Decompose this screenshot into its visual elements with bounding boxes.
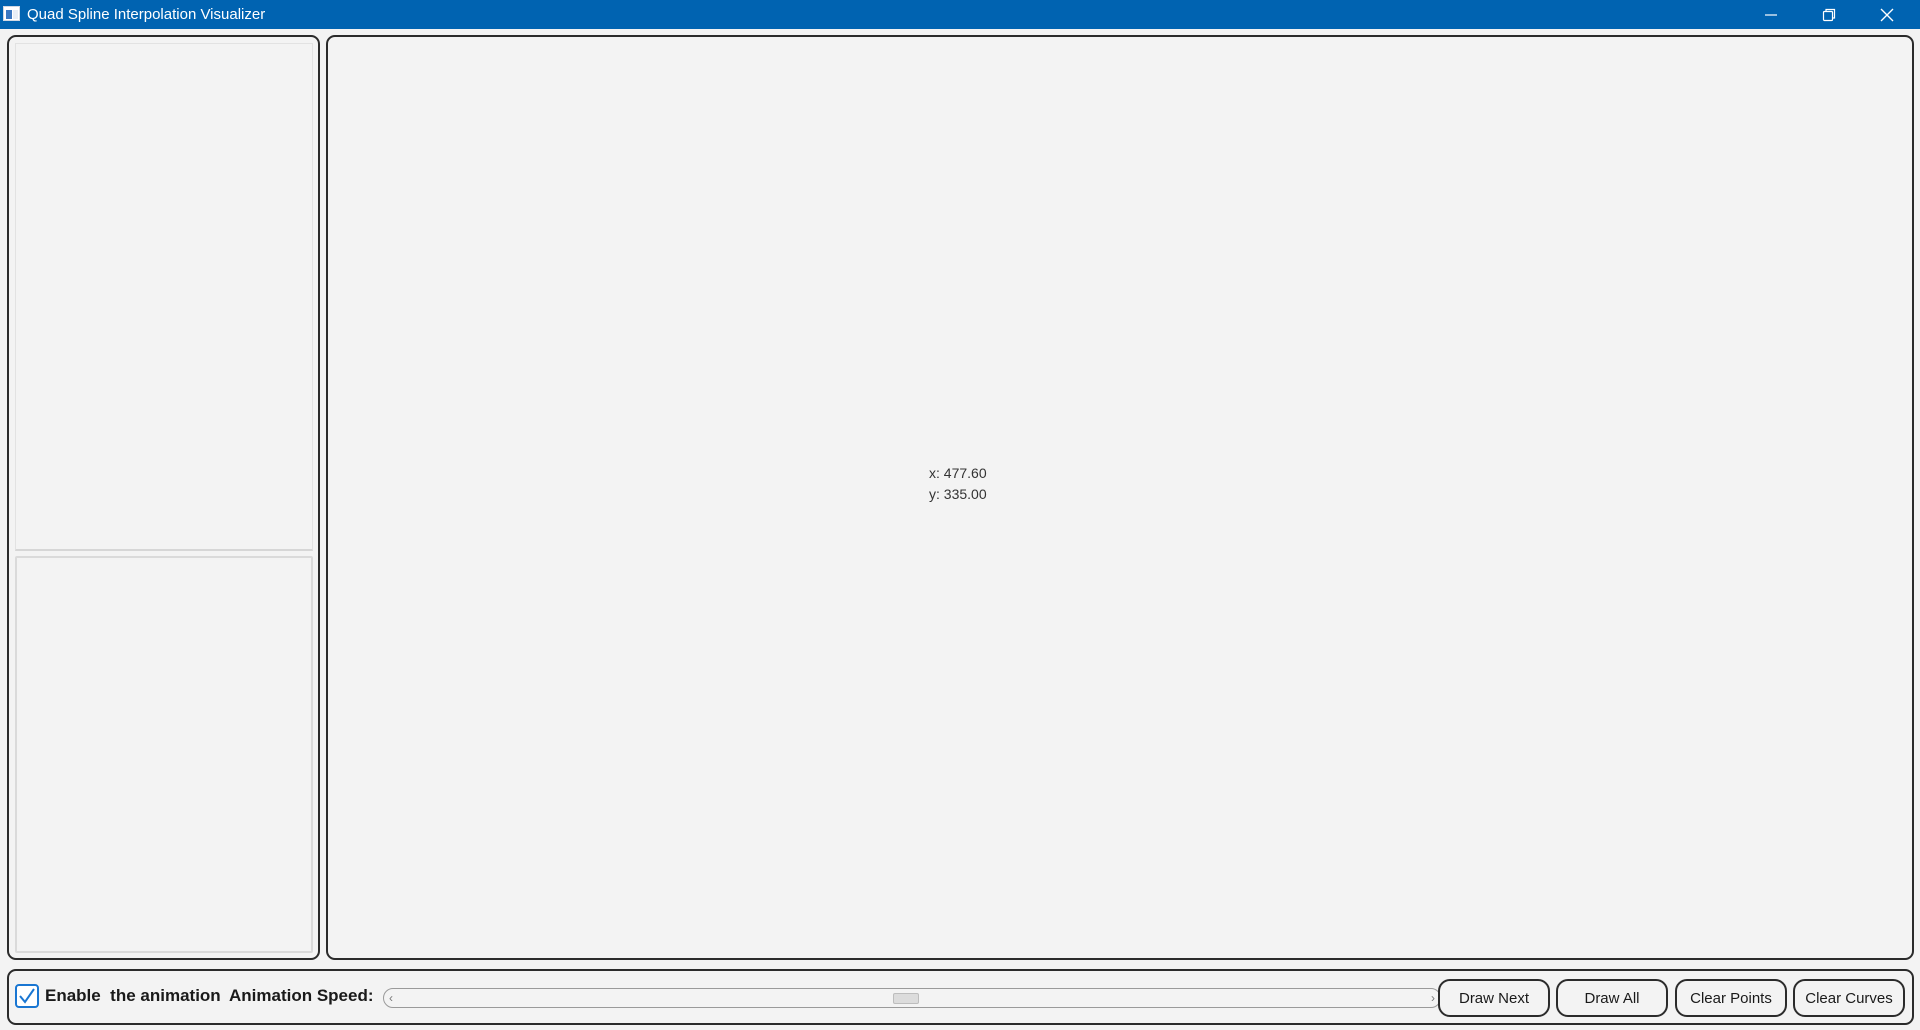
draw-next-button[interactable]: Draw Next: [1438, 979, 1550, 1017]
coord-y: y: 335.00: [929, 486, 987, 502]
restore-button[interactable]: [1800, 0, 1858, 29]
info-panel: [15, 556, 313, 953]
close-icon: [1880, 8, 1894, 21]
chevron-right-icon[interactable]: ›: [1431, 991, 1435, 1005]
clear-points-button[interactable]: Clear Points: [1675, 979, 1787, 1017]
checkbox-box[interactable]: [15, 984, 39, 1008]
control-bar: Enable the animation Animation Speed: ‹ …: [7, 969, 1914, 1025]
minimize-icon: [1765, 13, 1777, 16]
left-panel: [7, 35, 320, 960]
close-button[interactable]: [1858, 0, 1916, 29]
points-list-panel: [15, 43, 313, 551]
restore-icon: [1822, 8, 1836, 21]
enable-animation-checkbox[interactable]: Enable the animation: [15, 984, 221, 1008]
checkmark-icon: [19, 988, 35, 1004]
clear-curves-button[interactable]: Clear Curves: [1793, 979, 1905, 1017]
window-title: Quad Spline Interpolation Visualizer: [27, 6, 266, 23]
animation-speed-label: Animation Speed:: [229, 986, 374, 1005]
coord-x: x: 477.60: [929, 465, 987, 481]
enable-animation-label: Enable the animation: [45, 986, 221, 1005]
minimize-button[interactable]: [1742, 0, 1800, 29]
animation-speed-slider[interactable]: ‹ ›: [383, 988, 1441, 1008]
drawing-canvas[interactable]: x: 477.60 y: 335.00: [326, 35, 1914, 960]
slider-thumb[interactable]: [893, 993, 919, 1004]
app-icon: [3, 6, 20, 21]
chevron-left-icon[interactable]: ‹: [389, 991, 393, 1005]
draw-all-button[interactable]: Draw All: [1556, 979, 1668, 1017]
cursor-coordinates: x: 477.60 y: 335.00: [929, 463, 987, 505]
title-bar: Quad Spline Interpolation Visualizer: [0, 0, 1920, 29]
